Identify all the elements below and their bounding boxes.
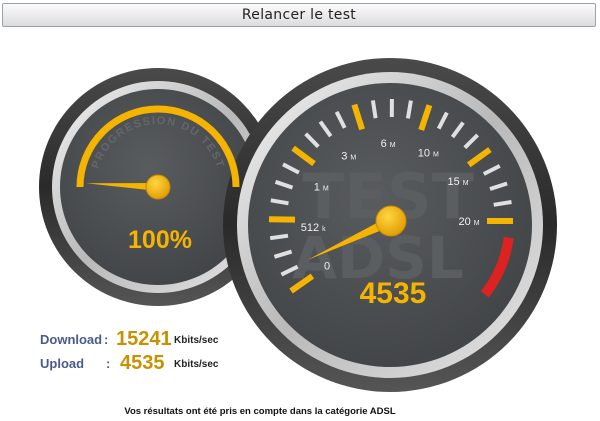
speed-needle-hub	[375, 205, 407, 237]
speed-minor-tick	[370, 100, 378, 119]
upload-unit: Kbits/sec	[174, 359, 219, 370]
download-label: Download	[40, 332, 103, 347]
download-unit: Kbits/sec	[174, 335, 219, 346]
download-colon: :	[104, 332, 109, 347]
progress-needle-hub	[145, 174, 171, 200]
upload-label: Upload	[40, 356, 85, 371]
results-footer-note: Vos résultats ont été pris en compte dan…	[124, 406, 396, 417]
progress-percent-value: 100%	[128, 226, 192, 254]
upload-colon: :	[106, 356, 111, 371]
download-value: 15241	[116, 328, 172, 350]
speed-minor-tick	[269, 233, 289, 241]
speedtest-gauges: PROGRESSION DU TEST 100% TEST ADSL 0512 k…	[39, 58, 557, 392]
speed-minor-tick	[493, 200, 512, 207]
upload-value: 4535	[120, 352, 165, 374]
speed-tick-label: 0	[324, 261, 330, 273]
speed-value: 4535	[360, 277, 427, 310]
